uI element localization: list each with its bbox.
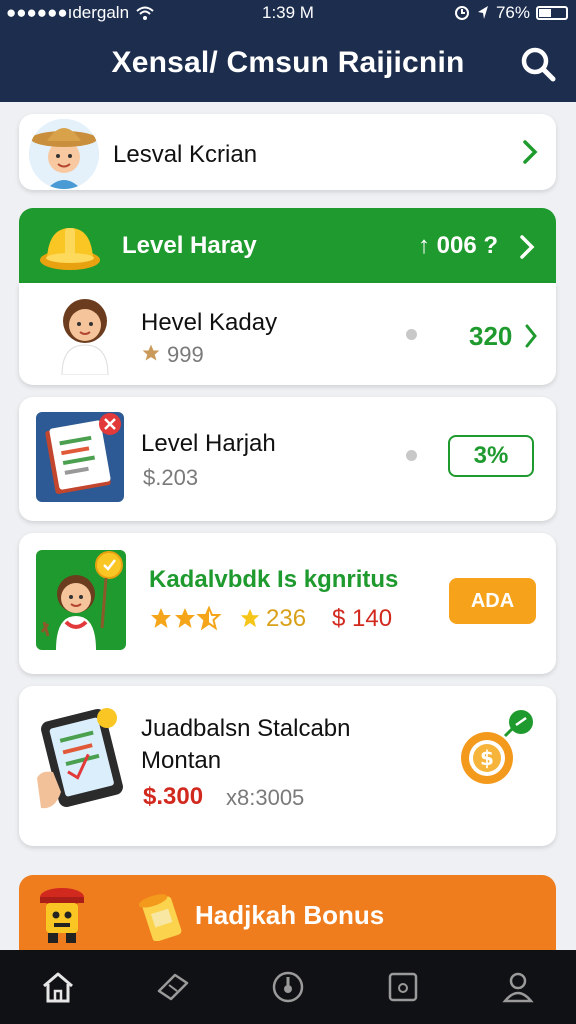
nav-tickets[interactable] <box>143 957 203 1017</box>
status-time: 1:39 M <box>262 3 314 22</box>
battery-icon <box>536 6 568 20</box>
home-icon <box>42 972 73 1003</box>
profile-icon <box>502 972 534 1003</box>
page-title: Xensal/ Cmsun Raijicnin <box>111 46 465 79</box>
status-dot <box>406 329 417 340</box>
chevron-right-icon[interactable] <box>522 139 538 165</box>
chevron-right-icon[interactable] <box>519 234 535 260</box>
search-button[interactable] <box>518 44 558 84</box>
list-item[interactable]: Level Harjah $.203 3% <box>19 397 556 521</box>
status-dot <box>406 450 417 461</box>
row-title-line2: Montan <box>141 747 222 774</box>
nav-profile[interactable] <box>488 957 548 1017</box>
helmet-icon <box>40 228 100 270</box>
row-sub: $.203 <box>143 465 199 490</box>
location-icon <box>477 6 488 19</box>
row-sub: x8:3005 <box>226 785 305 810</box>
row-price: $ 140 <box>332 605 393 632</box>
app-header: Xensal/ Cmsun Raijicnin <box>0 26 576 102</box>
bonus-banner[interactable]: Hadjkah Bonus <box>19 875 556 955</box>
profile-name: Lesval Kcrian <box>113 141 258 168</box>
row-sub: 999 <box>167 342 204 367</box>
tablet-hand-icon <box>37 708 123 809</box>
percent-button[interactable]: 3% <box>448 435 534 477</box>
document-icon <box>36 412 124 502</box>
alarm-icon <box>454 6 469 20</box>
girl-avatar-icon <box>61 299 109 375</box>
profile-card[interactable]: Lesval Kcrian <box>19 114 556 190</box>
star-icon <box>240 608 260 628</box>
nav-home[interactable] <box>28 957 88 1017</box>
chevron-right-icon[interactable] <box>524 323 540 349</box>
level-banner[interactable]: Level Haray ↑ 006 ? <box>19 208 556 283</box>
bottom-nav <box>0 950 576 1024</box>
row-title: Hevel Kaday <box>141 309 278 336</box>
battery-percent: 76% <box>495 3 530 22</box>
farmer-avatar-icon <box>29 119 99 189</box>
svg-text:$: $ <box>480 746 494 770</box>
ticket-icon <box>157 973 189 1001</box>
list-item[interactable]: Hevel Kaday 999 320 <box>19 283 556 385</box>
star-rating-icon <box>151 606 222 631</box>
nav-history[interactable] <box>258 957 318 1017</box>
bonus-can-icon <box>139 894 182 941</box>
search-icon <box>521 47 556 82</box>
row-title: Kadalvbdk Is kgnritus <box>149 566 399 593</box>
robot-mascot-icon <box>40 888 84 943</box>
nav-wallet[interactable] <box>373 957 433 1017</box>
bonus-label: Hadjkah Bonus <box>195 900 385 930</box>
list-item[interactable]: Kadalvbdk Is kgnritus 236 $ 140 ADA <box>19 533 556 674</box>
star-icon <box>142 344 160 361</box>
rating-value: 236 <box>266 605 307 632</box>
kid-thumbnail-icon <box>36 550 126 650</box>
list-item[interactable]: Juadbalsn Stalcabn Montan $.300 x8:3005 … <box>19 686 556 846</box>
coin-icon[interactable]: $ <box>455 708 535 788</box>
row-price: $.300 <box>143 783 204 810</box>
level-label: Level Haray <box>122 232 257 259</box>
row-value: 320 <box>469 321 513 351</box>
status-bar: ●●●●●●ıdergaln 1:39 M 76% <box>0 0 576 26</box>
avatar <box>29 119 99 189</box>
square-icon <box>388 972 418 1002</box>
row-title: Level Harjah <box>141 430 276 457</box>
row-title: Juadbalsn Stalcabn <box>141 715 351 742</box>
action-button[interactable]: ADA <box>449 578 536 624</box>
clock-icon <box>272 971 304 1003</box>
level-value: ↑ 006 ? <box>417 232 498 259</box>
